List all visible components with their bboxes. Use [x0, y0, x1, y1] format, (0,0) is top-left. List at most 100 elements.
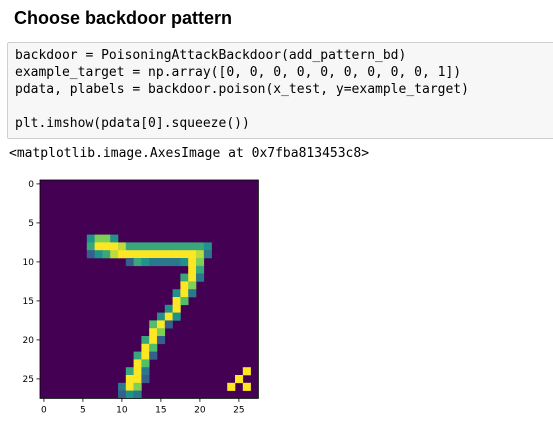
image-pixel: [180, 281, 189, 290]
image-pixel: [188, 250, 197, 259]
x-tick-label: 10: [116, 405, 128, 415]
image-pixel: [141, 250, 150, 259]
image-pixel: [125, 250, 134, 259]
image-pixel: [125, 367, 134, 376]
image-pixel: [188, 265, 197, 274]
y-tick-label: 15: [23, 297, 34, 307]
image-pixel: [164, 258, 173, 267]
image-pixel: [133, 390, 142, 399]
image-pixel: [125, 382, 134, 391]
image-pixel: [196, 273, 205, 282]
image-pixel: [133, 258, 142, 267]
imshow-plot: 0 5 10 15 20 25 0 5 10 15 20 25: [23, 179, 259, 415]
code-cell[interactable]: backdoor = PoisoningAttackBackdoor(add_p…: [7, 42, 553, 139]
image-pixel: [180, 250, 189, 259]
image-pixel: [157, 258, 166, 267]
image-pixel: [149, 343, 158, 352]
image-pixel: [164, 242, 173, 251]
image-pixel: [118, 250, 127, 259]
image-pixel: [149, 242, 158, 251]
image-pixel: [172, 304, 181, 313]
image-pixel: [180, 258, 189, 267]
image-pixel: [164, 304, 173, 313]
image-pixel: [196, 250, 205, 259]
code-line: backdoor = PoisoningAttackBackdoor(add_p…: [15, 48, 407, 63]
image-pixel: [188, 273, 197, 282]
image-pixel: [133, 351, 142, 360]
image-pixel: [149, 328, 158, 337]
image-pixel: [196, 265, 205, 274]
image-pixel: [110, 242, 119, 251]
x-tick-label: 20: [194, 405, 206, 415]
image-pixel: [86, 234, 95, 243]
image-pixel: [141, 367, 150, 376]
section-heading: Choose backdoor pattern: [14, 8, 233, 28]
x-tick-label: 5: [80, 405, 86, 415]
image-pixel: [110, 234, 119, 243]
image-pixel: [164, 312, 173, 321]
image-pixel: [102, 250, 111, 259]
image-pixel: [102, 234, 111, 243]
image-pixel: [141, 242, 150, 251]
code-line: plt.imshow(pdata[0].squeeze()): [15, 116, 250, 131]
image-pixel: [133, 375, 142, 384]
image-pixel: [172, 297, 181, 306]
image-pixel: [180, 289, 189, 298]
image-pixel: [94, 234, 103, 243]
image-pixel: [118, 390, 127, 399]
image-pixel: [180, 297, 189, 306]
image-pixel: [235, 375, 244, 384]
image-pixel: [94, 242, 103, 251]
image-pixel: [149, 336, 158, 345]
image-pixel: [157, 242, 166, 251]
image-pixel: [141, 351, 150, 360]
image-pixel: [102, 242, 111, 251]
code-line: pdata, plabels = backdoor.poison(x_test,…: [15, 82, 469, 97]
x-tick-label: 0: [41, 405, 47, 415]
image-pixel: [188, 258, 197, 267]
image-pixel: [203, 250, 212, 259]
image-pixel: [180, 242, 189, 251]
image-pixel: [141, 336, 150, 345]
y-axis: 0 5 10 15 20 25: [23, 180, 40, 385]
image-pixel: [172, 289, 181, 298]
image-pixel: [125, 242, 134, 251]
image-pixel: [242, 382, 251, 391]
image-pixel: [180, 273, 189, 282]
image-pixel: [188, 281, 197, 290]
image-pixel: [203, 242, 212, 251]
image-pixel: [110, 250, 119, 259]
image-pixel: [149, 351, 158, 360]
image-pixel: [133, 382, 142, 391]
image-pixel: [94, 250, 103, 259]
image-pixel: [118, 242, 127, 251]
image-pixel: [242, 367, 251, 376]
image-pixel: [188, 242, 197, 251]
y-tick-label: 0: [28, 180, 34, 190]
image-pixel: [149, 250, 158, 259]
image-pixel: [188, 289, 197, 298]
image-pixel: [227, 382, 236, 391]
image-pixel: [118, 382, 127, 391]
image-pixel: [157, 320, 166, 329]
image-pixel: [157, 336, 166, 345]
image-pixel: [172, 250, 181, 259]
image-pixel: [172, 242, 181, 251]
code-line: example_target = np.array([0, 0, 0, 0, 0…: [15, 65, 462, 80]
image-pixel: [133, 242, 142, 251]
y-tick-label: 20: [23, 336, 35, 346]
image-pixel: [133, 359, 142, 368]
image-pixel: [172, 312, 181, 321]
image-pixel: [149, 320, 158, 329]
image-pixel: [164, 320, 173, 329]
cell-output-text: <matplotlib.image.AxesImage at 0x7fba813…: [9, 146, 370, 161]
image-pixel: [157, 312, 166, 321]
y-tick-label: 10: [23, 258, 35, 268]
image-pixel: [141, 258, 150, 267]
image-pixel: [157, 328, 166, 337]
image-pixel: [141, 375, 150, 384]
image-pixel: [196, 242, 205, 251]
x-tick-label: 25: [233, 405, 244, 415]
image-pixel: [86, 242, 95, 251]
x-tick-label: 15: [155, 405, 166, 415]
